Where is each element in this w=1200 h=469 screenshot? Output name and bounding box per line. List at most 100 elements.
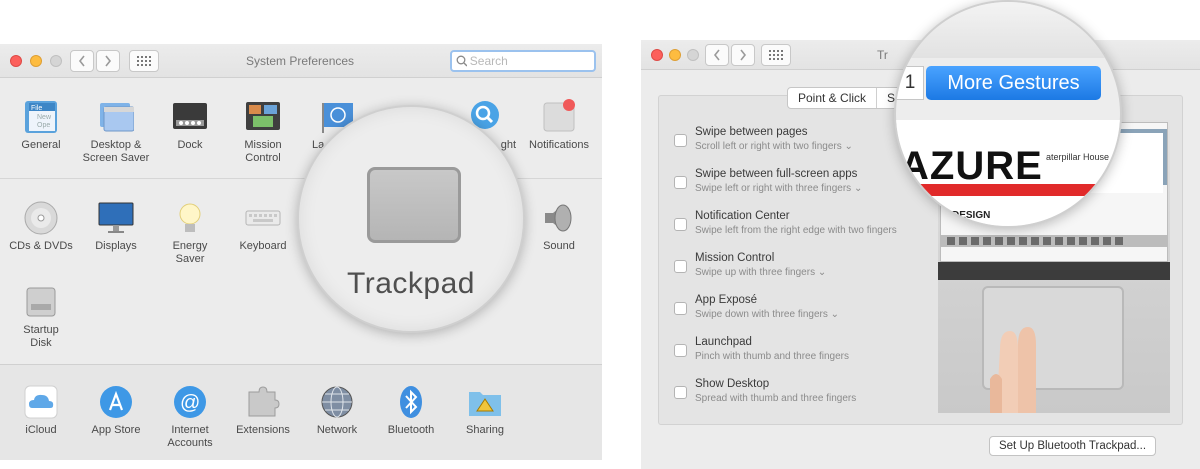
pref-pane-label: iCloud [25,424,57,436]
window-title: Tr [877,48,888,62]
svg-text:Ope: Ope [37,122,50,129]
speaker-icon [541,200,577,236]
app-expose-checkbox[interactable] [674,302,687,315]
tab-point-click[interactable]: Point & Click [788,88,878,108]
folder-icon [467,384,503,420]
svg-text:File: File [31,105,42,112]
pref-pane-notifications[interactable]: Notifications [522,99,596,152]
pref-pane-sound[interactable]: Sound [522,200,596,253]
pref-pane-mission-control[interactable]: Mission Control [226,99,300,165]
pref-pane-cds-dvds[interactable]: CDs & DVDs [4,200,78,253]
svg-text:@: @ [180,392,200,414]
disk-icon [23,284,59,320]
zoom-button[interactable] [687,49,699,61]
back-button[interactable] [70,50,94,72]
show-all-button[interactable] [761,44,791,66]
general-icon: File New Ope [23,99,59,135]
zoom-button[interactable] [50,55,62,67]
pref-pane-bluetooth[interactable]: Bluetooth [374,384,448,437]
dock-icon [172,99,208,135]
swipe-fullscreen-checkbox[interactable] [674,176,687,189]
pref-pane-label: Dock [177,139,203,151]
puzzle-icon [245,384,281,420]
pref-pane-extensions[interactable]: Extensions [226,384,300,437]
pref-pane-label: Desktop & Screen Saver [82,139,150,164]
forward-button[interactable] [96,50,120,72]
close-button[interactable] [10,55,22,67]
title-bar: System Preferences [0,44,602,78]
pref-pane-label: Notifications [529,139,589,151]
trackpad-magnifier: Trackpad [297,105,525,333]
keyboard-icon [245,200,281,236]
pref-pane-label: Network [316,424,358,436]
pref-pane-label: Energy Saver [172,240,208,265]
show-desktop-checkbox[interactable] [674,386,687,399]
option-name: Swipe between pages [695,126,808,138]
option-dropdown[interactable]: Swipe down with three fingers ⌄ [695,309,839,320]
pref-pane-app-store[interactable]: App Store [79,384,153,437]
pref-pane-desktop[interactable]: Desktop & Screen Saver [79,99,153,165]
pref-pane-network[interactable]: Network [300,384,374,437]
pref-pane-label: Internet Accounts [167,424,213,449]
pref-pane-icloud[interactable]: iCloud [4,384,78,437]
hand-fingers-illustration [990,327,1036,413]
minimize-button[interactable] [30,55,42,67]
minimize-button[interactable] [669,49,681,61]
pref-pane-label: Bluetooth [387,424,435,436]
tab-fragment[interactable]: 1 [896,66,924,100]
option-name: Show Desktop [695,378,770,390]
option-name: Launchpad [695,336,752,348]
option-dropdown[interactable]: Scroll left or right with two fingers ⌄ [695,141,853,152]
forward-button[interactable] [731,44,755,66]
trackpad-label: Trackpad [347,267,475,300]
bluetooth-icon [393,384,429,420]
back-button[interactable] [705,44,729,66]
magnified-titlebar [896,2,1120,58]
pref-pane-sharing[interactable]: Sharing [448,384,522,437]
pref-pane-general[interactable]: File New Ope General [4,99,78,152]
mission-control-checkbox[interactable] [674,260,687,273]
mission-control-icon [245,99,281,135]
pref-pane-displays[interactable]: Displays [79,200,153,253]
pref-pane-label: Displays [95,240,137,252]
launchpad-checkbox[interactable] [674,344,687,357]
screenshot-composite: System Preferences File NewOpe General De… [0,0,1200,469]
pref-pane-label: Keyboard [239,240,287,252]
chevron-right-icon [105,55,112,67]
search-field[interactable] [450,50,596,72]
grid-icon [769,50,783,60]
pref-pane-dock[interactable]: Dock [153,99,227,152]
chevron-left-icon [713,49,720,61]
magnified-side-text: aterpillar House [1046,152,1110,162]
search-input[interactable] [469,54,594,68]
tab-more-gestures[interactable]: More Gestures [926,66,1101,100]
window-title: System Preferences [246,54,355,68]
option-description: Pinch with thumb and three fingers [695,351,849,362]
option-dropdown[interactable]: Swipe up with three fingers ⌄ [695,267,826,278]
set-up-bluetooth-trackpad-button[interactable]: Set Up Bluetooth Trackpad... [989,436,1156,456]
option-name: App Exposé [695,294,758,306]
at-icon: @ [172,384,208,420]
close-button[interactable] [651,49,663,61]
option-name: Mission Control [695,252,775,264]
pref-pane-startup-disk[interactable]: Startup Disk [4,284,78,350]
pref-pane-energy-saver[interactable]: Energy Saver [153,200,227,266]
trackpad-icon[interactable] [367,167,461,243]
magnified-headline: AZURE [900,144,1043,188]
magnified-nav-bar [896,184,1120,196]
svg-text:New: New [37,114,52,121]
cd-icon [23,200,59,236]
pref-pane-keyboard[interactable]: Keyboard [226,200,300,253]
chevron-right-icon [740,49,747,61]
show-all-button[interactable] [129,50,159,72]
pref-pane-internet-accounts[interactable]: @ Internet Accounts [153,384,227,450]
option-dropdown[interactable]: Swipe left or right with three fingers ⌄ [695,183,862,194]
swipe-pages-checkbox[interactable] [674,134,687,147]
option-name: Notification Center [695,210,790,222]
chevron-left-icon [78,55,85,67]
pref-pane-label: CDs & DVDs [9,240,73,252]
pref-pane-label: Startup Disk [23,324,59,349]
notification-center-checkbox[interactable] [674,218,687,231]
option-name: Swipe between full-screen apps [695,168,858,180]
icloud-icon [23,384,59,420]
